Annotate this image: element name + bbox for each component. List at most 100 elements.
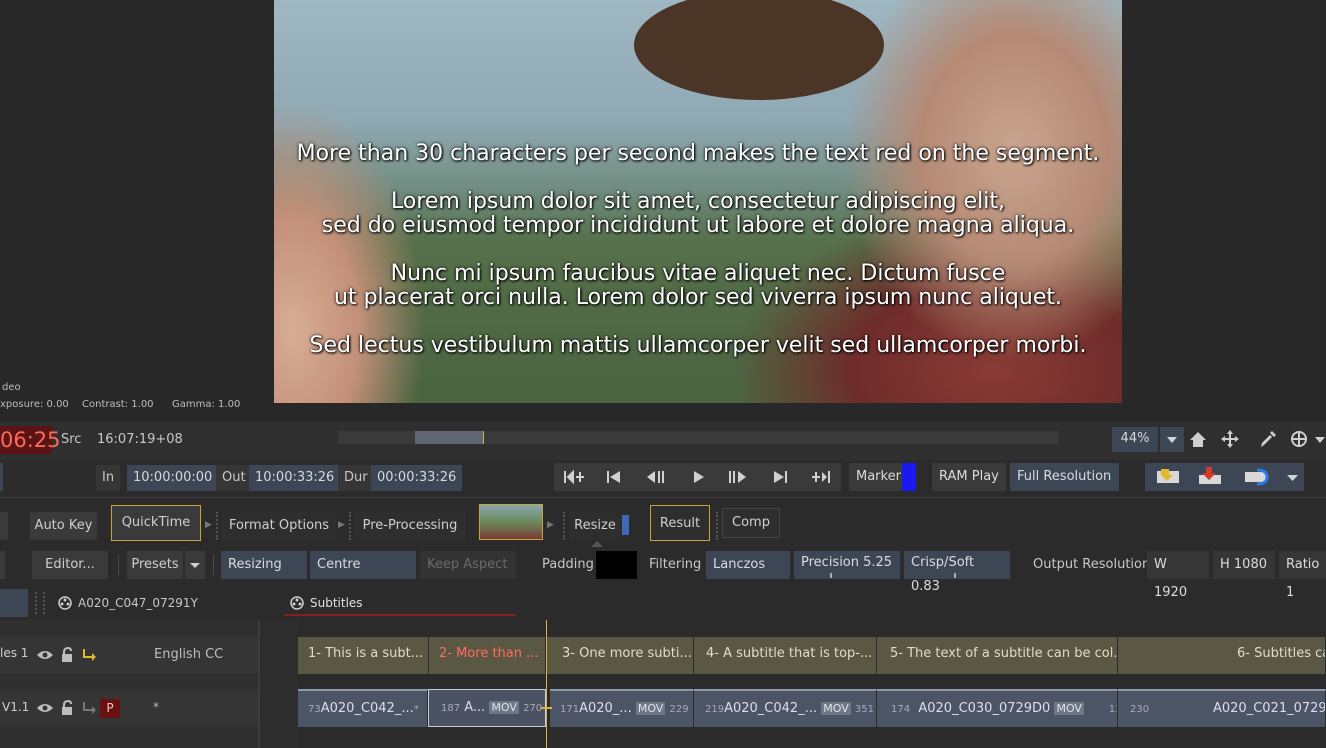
track-video-name: V1.1 xyxy=(2,700,30,714)
clip-format-tag: MOV xyxy=(489,701,519,714)
clip-end-frame: 270 xyxy=(523,703,543,714)
full-resolution-button[interactable]: Full Resolution xyxy=(1010,463,1119,491)
zoom-dropdown[interactable] xyxy=(1160,427,1184,452)
overwrite-button[interactable] xyxy=(1149,463,1189,491)
eye-icon[interactable] xyxy=(36,701,54,715)
thumbnail-node[interactable] xyxy=(479,504,543,540)
insert-button[interactable] xyxy=(1191,463,1231,491)
clip-segment[interactable]: 171A020_... MOV 229 xyxy=(550,689,694,727)
target-button[interactable] xyxy=(1287,427,1311,452)
home-view-button[interactable] xyxy=(1186,427,1210,452)
clip-start-frame: 187 xyxy=(441,703,461,714)
crisp-soft-slider[interactable]: Crisp/Soft 0.83 xyxy=(904,551,1010,594)
zoom-field[interactable]: 44% xyxy=(1112,427,1158,452)
pre-processing-node[interactable]: Pre-Processing xyxy=(355,512,465,540)
subtitle-segment[interactable]: 6- Subtitles car xyxy=(1118,637,1326,674)
contrast-readout: Contrast: 1.00 xyxy=(82,399,154,410)
lock-icon[interactable] xyxy=(60,647,74,663)
format-options-node[interactable]: Format Options xyxy=(222,512,336,540)
eyedropper-button[interactable] xyxy=(1256,427,1280,452)
scrub-playhead[interactable] xyxy=(483,431,484,444)
precision-slider[interactable]: Precision 5.25 xyxy=(794,551,900,579)
clip-segment-selected[interactable]: 187 A... MOV 270 xyxy=(428,689,546,727)
centre-dropdown[interactable]: Centre xyxy=(310,551,416,579)
overwrite-icon xyxy=(1157,469,1179,483)
patch-arrow-icon[interactable] xyxy=(82,701,98,715)
previous-edit-button[interactable] xyxy=(594,463,634,491)
viewer-label: deo xyxy=(2,382,21,393)
edit-actions-dropdown[interactable] xyxy=(1281,463,1304,491)
presets-button[interactable]: Presets xyxy=(127,551,183,579)
resize-node[interactable]: Resize xyxy=(569,512,621,540)
grip-icon xyxy=(216,512,220,540)
in-point-field[interactable]: 10:00:00:00 xyxy=(127,465,219,491)
result-node[interactable]: Result xyxy=(650,505,710,541)
tab-active-underline xyxy=(284,614,516,616)
clip-start-frame: 219 xyxy=(705,704,725,715)
tab-clip[interactable]: A020_C047_07291Y xyxy=(78,596,198,610)
play-button[interactable] xyxy=(678,463,718,491)
quicktime-node[interactable]: QuickTime xyxy=(111,505,201,541)
editor-button[interactable]: Editor... xyxy=(32,551,108,579)
grip-icon xyxy=(563,512,567,540)
next-edit-icon xyxy=(774,471,787,483)
in-label: In xyxy=(96,465,121,491)
next-edit-button[interactable] xyxy=(760,463,800,491)
subtitle-segment[interactable]: 5- The text of a subtitle can be col... xyxy=(877,637,1118,674)
clip-format-tag: MOV xyxy=(821,702,851,715)
home-icon xyxy=(1190,432,1206,447)
clip-name: A020_C021_0729D xyxy=(1213,701,1326,716)
clip-segment[interactable]: 219A020_C042_... MOV 351 xyxy=(694,689,877,727)
width-field[interactable]: W 1920 xyxy=(1147,551,1209,600)
subtitle-segment[interactable]: 3- One more subti... xyxy=(546,637,694,674)
step-forward-button[interactable] xyxy=(718,463,758,491)
clip-name: A020_C042_... xyxy=(320,701,414,716)
crisp-soft-slider-tick xyxy=(954,573,956,578)
padding-color-swatch[interactable] xyxy=(596,551,637,579)
subtitle-line-1: More than 30 characters per second makes… xyxy=(296,141,1100,166)
track-gutter xyxy=(260,620,298,748)
subtitle-segment[interactable]: 4- A subtitle that is top-... xyxy=(694,637,877,674)
duration-field[interactable]: 00:00:33:26 xyxy=(371,465,463,491)
subtitle-segment-warning[interactable]: 2- More than ... xyxy=(429,637,546,674)
presets-dropdown[interactable] xyxy=(185,551,205,579)
target-dropdown[interactable] xyxy=(1312,427,1326,452)
out-point-field[interactable]: 10:00:33:26 xyxy=(249,465,341,491)
step-back-icon xyxy=(647,471,664,483)
clip-segment[interactable]: 73A020_C042_...* xyxy=(298,689,428,727)
comp-node[interactable]: Comp xyxy=(722,508,780,538)
left-edge-button xyxy=(0,551,5,579)
clip-name: A... xyxy=(464,700,486,715)
clip-segment[interactable]: 174 A020_C030_0729D0 MOV 1332 xyxy=(877,689,1118,727)
scrub-bar[interactable] xyxy=(338,431,1058,444)
keep-aspect-toggle[interactable]: Keep Aspect xyxy=(420,551,516,579)
step-back-button[interactable] xyxy=(636,463,676,491)
replace-button[interactable] xyxy=(1237,463,1277,491)
clip-segment[interactable]: 230 A020_C021_0729D xyxy=(1118,689,1326,727)
timeline-playhead[interactable] xyxy=(546,620,547,748)
ratio-field[interactable]: Ratio 1 xyxy=(1279,551,1326,600)
tab-subtitles[interactable]: Subtitles xyxy=(310,596,363,610)
patch-arrow-icon[interactable] xyxy=(82,648,98,662)
eye-icon[interactable] xyxy=(36,648,54,662)
filter-dropdown[interactable]: Lanczos xyxy=(706,551,790,579)
step-forward-icon xyxy=(729,471,746,483)
resizing-dropdown[interactable]: Resizing xyxy=(221,551,307,579)
pan-button[interactable] xyxy=(1218,427,1242,452)
subtitle-segment[interactable]: 1- This is a subt... xyxy=(298,637,429,674)
ram-play-button[interactable]: RAM Play xyxy=(932,463,1006,491)
arrow-icon: ▶ xyxy=(338,520,345,530)
lock-icon[interactable] xyxy=(60,700,74,716)
go-to-end-button[interactable] xyxy=(802,463,842,491)
playback-controls xyxy=(554,463,841,491)
auto-key-button[interactable]: Auto Key xyxy=(30,512,97,540)
marker-color-swatch[interactable] xyxy=(902,463,916,491)
clip-end-frame: 229 xyxy=(669,704,689,715)
height-field[interactable]: H 1080 xyxy=(1213,551,1275,579)
edit-actions-group xyxy=(1145,463,1304,491)
caret-up-icon xyxy=(591,541,603,547)
primary-badge[interactable]: P xyxy=(100,699,120,718)
record-timecode[interactable]: 06:25 xyxy=(0,426,61,454)
timeline-left-tab[interactable] xyxy=(0,589,28,617)
go-to-start-button[interactable] xyxy=(554,463,594,491)
